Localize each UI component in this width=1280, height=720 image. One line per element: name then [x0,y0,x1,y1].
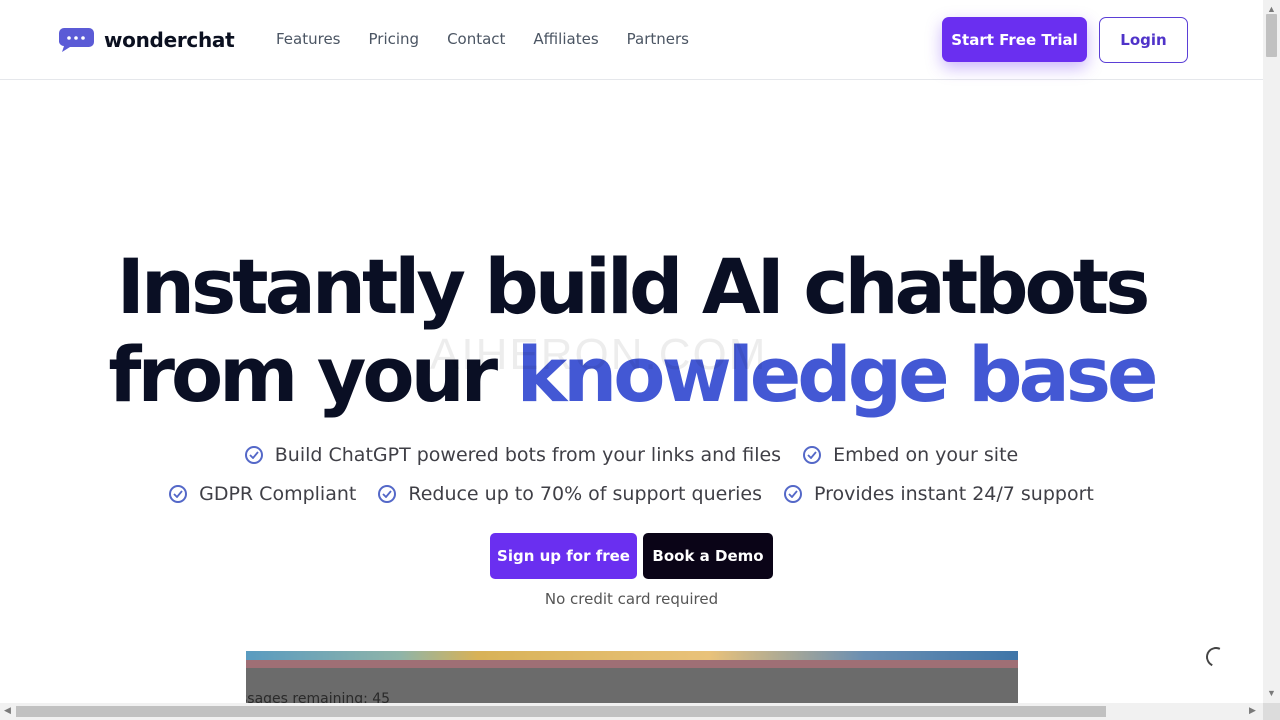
scrollbar-corner [1263,703,1280,720]
preview-band [246,660,1018,668]
scroll-down-icon[interactable]: ▼ [1267,688,1276,698]
no-credit-card-note: No credit card required [544,590,719,608]
check-circle-icon [803,446,822,464]
horizontal-scrollbar[interactable]: ◀ ▶ [0,703,1263,720]
start-free-trial-button[interactable]: Start Free Trial [942,17,1087,62]
feature-item: Embed on your site [803,443,1018,467]
nav-partners[interactable]: Partners [627,30,689,48]
vertical-scroll-thumb[interactable] [1266,14,1277,57]
nav-affiliates[interactable]: Affiliates [533,30,598,48]
feature-item: GDPR Compliant [169,482,356,506]
nav-features[interactable]: Features [276,30,341,48]
scroll-right-icon[interactable]: ▶ [1249,705,1256,716]
feature-item: Build ChatGPT powered bots from your lin… [244,443,782,467]
logo[interactable]: wonderchat [58,26,235,53]
feature-item: Provides instant 24/7 support [784,482,1094,506]
nav-contact[interactable]: Contact [447,30,505,48]
scroll-left-icon[interactable]: ◀ [4,705,11,716]
feature-list-row-1: Build ChatGPT powered bots from your lin… [0,443,1263,467]
feature-text: Build ChatGPT powered bots from your lin… [274,444,782,466]
check-circle-icon [784,485,802,503]
feature-text: GDPR Compliant [199,483,357,505]
check-circle-icon [244,446,263,464]
feature-text: Provides instant 24/7 support [814,483,1094,505]
brand-name: wonderchat [104,27,235,52]
watermark: AIHERON.COM [430,330,768,379]
main-nav: Features Pricing Contact Affiliates Part… [276,30,717,48]
book-demo-button[interactable]: Book a Demo [643,533,773,579]
sign-up-button[interactable]: Sign up for free [490,533,637,579]
feature-item: Reduce up to 70% of support queries [378,482,762,506]
chat-bubble-icon [59,28,94,52]
feature-list-row-2: GDPR Compliant Reduce up to 70% of suppo… [0,482,1263,506]
spinner-icon [1203,644,1229,670]
horizontal-scroll-thumb[interactable] [16,706,1106,717]
product-preview: ssages remaining: 45 [246,651,1018,703]
feature-text: Reduce up to 70% of support queries [408,483,762,505]
messages-remaining: ssages remaining: 45 [246,691,391,703]
site-header: wonderchat Features Pricing Contact Affi… [0,0,1263,80]
scroll-up-icon[interactable]: ▲ [1267,4,1276,14]
vertical-scrollbar[interactable]: ▲ ▼ [1263,0,1280,703]
preview-gradient-band [246,651,1018,660]
check-circle-icon [169,485,188,503]
nav-pricing[interactable]: Pricing [369,30,420,48]
check-circle-icon [378,485,397,503]
headline-line-1: Instantly build AI chatbots [116,242,1151,331]
feature-text: Embed on your site [833,444,1019,466]
login-button[interactable]: Login [1099,17,1188,63]
